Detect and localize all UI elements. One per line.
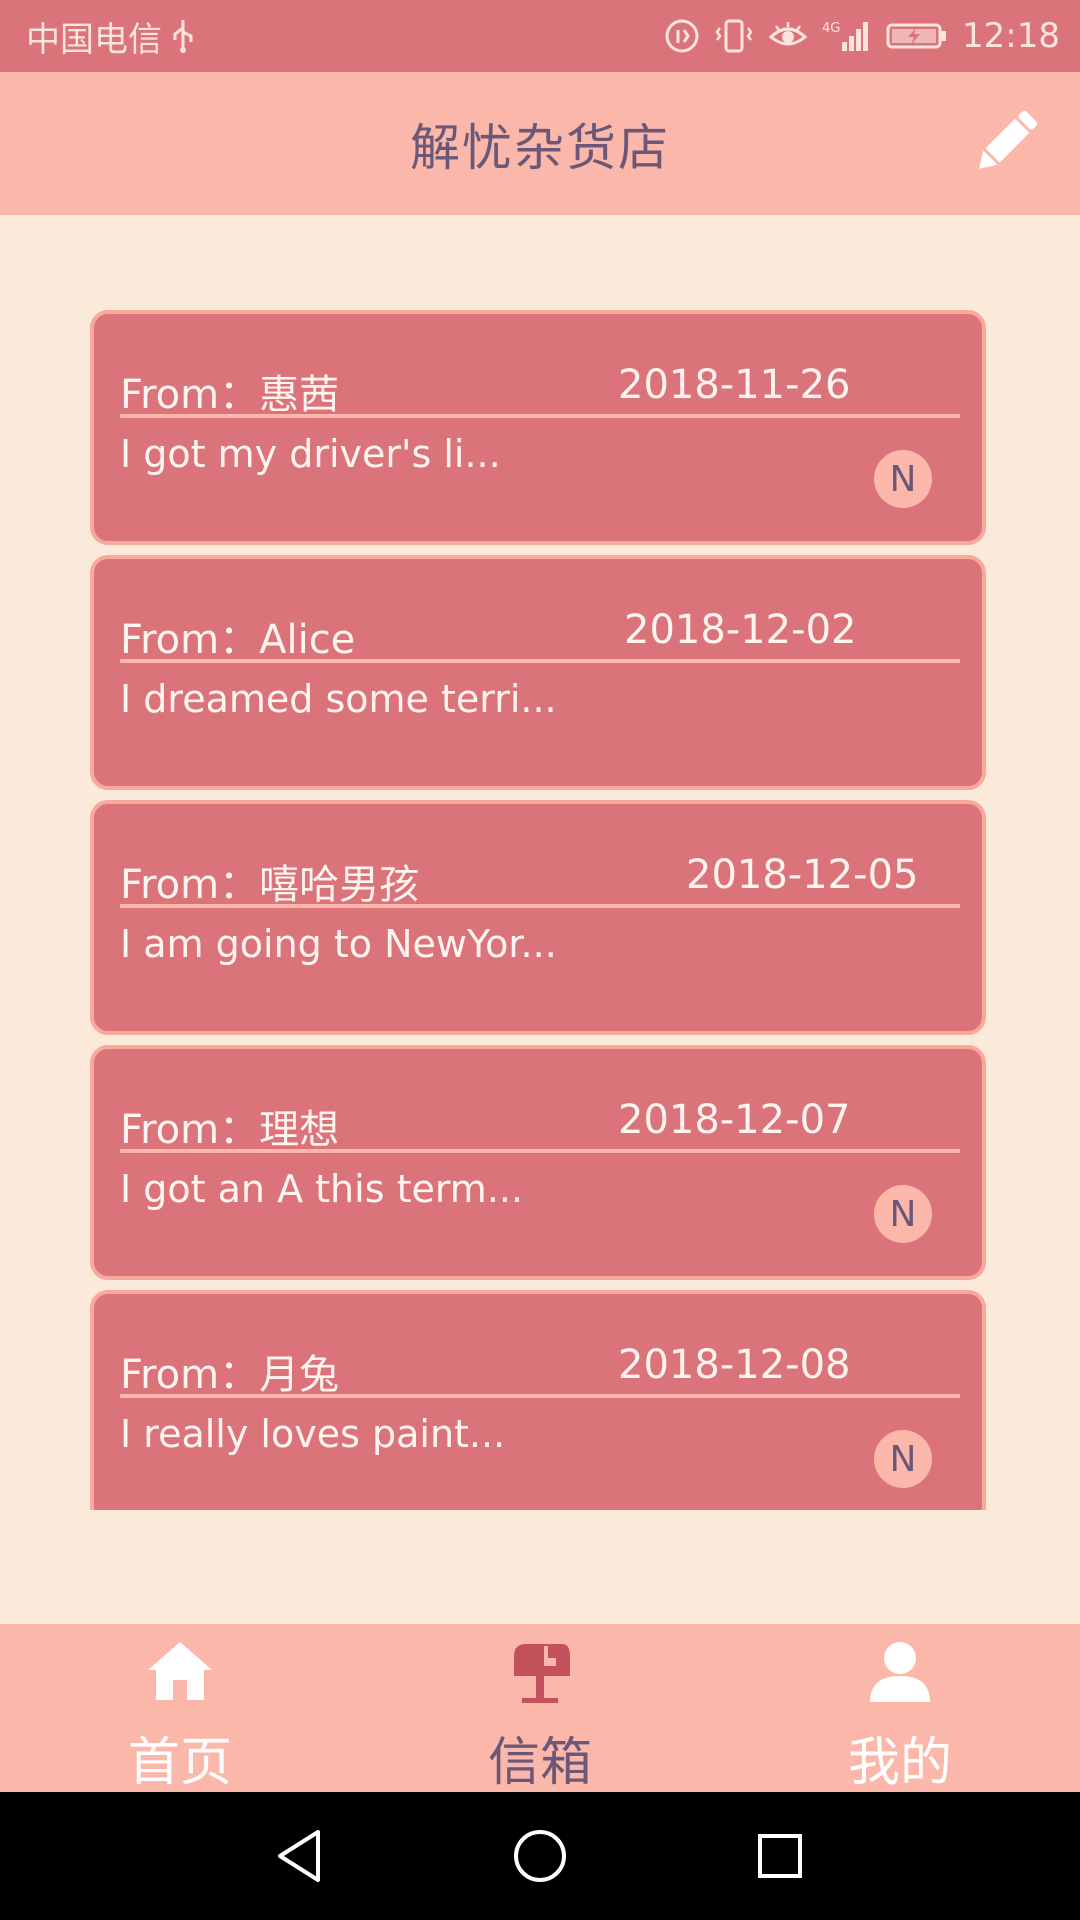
letter-card[interactable]: From：理想 2018-12-07 I got an A this term.… xyxy=(90,1045,986,1280)
letter-date: 2018-12-05 xyxy=(686,852,919,898)
home-icon xyxy=(148,1642,212,1700)
letter-preview: I really loves paint... xyxy=(120,1412,506,1456)
card-divider xyxy=(120,659,960,663)
home-button-icon[interactable] xyxy=(508,1824,572,1888)
status-bar: 中国电信 4G 12:18 xyxy=(0,0,1080,72)
page-title: 解忧杂货店 xyxy=(410,118,670,177)
nav-item-mailbox[interactable]: 信箱 xyxy=(440,1624,640,1793)
card-divider xyxy=(120,1149,960,1153)
mailbox-icon xyxy=(514,1644,570,1703)
eye-icon xyxy=(768,22,808,46)
system-nav-bar xyxy=(0,1792,1080,1920)
card-divider xyxy=(120,904,960,908)
nav-label-home: 首页 xyxy=(127,1733,232,1793)
card-divider xyxy=(120,1394,960,1398)
letter-preview: I got my driver's li... xyxy=(120,432,501,476)
battery-charging-icon xyxy=(886,23,947,49)
letter-date: 2018-11-26 xyxy=(618,362,851,408)
letter-preview: I dreamed some terri... xyxy=(120,677,557,721)
letter-date: 2018-12-02 xyxy=(624,607,857,653)
letter-sender: From：月兔 xyxy=(120,1352,340,1398)
app-header: 解忧杂货店 xyxy=(0,72,1080,215)
letter-sender: From：惠茜 xyxy=(120,372,340,418)
pencil-icon[interactable] xyxy=(966,102,1046,182)
nav-label-profile: 我的 xyxy=(847,1733,952,1793)
vibrate-icon xyxy=(715,19,753,53)
letter-card[interactable]: From：嘻哈男孩 2018-12-05 I am going to NewYo… xyxy=(90,800,986,1035)
nav-label-mailbox: 信箱 xyxy=(487,1733,592,1793)
status-left: 中国电信 xyxy=(26,0,196,72)
clock-time: 12:18 xyxy=(962,16,1060,56)
bottom-nav: 首页 信箱 我的 xyxy=(0,1624,1080,1793)
letter-date: 2018-12-07 xyxy=(618,1097,851,1143)
letter-sender: From：理想 xyxy=(120,1107,340,1153)
usb-icon xyxy=(173,20,193,53)
new-badge: N xyxy=(874,1430,932,1488)
back-icon[interactable] xyxy=(268,1824,332,1888)
data-saver-icon xyxy=(665,19,699,53)
status-right: 4G 12:18 xyxy=(664,0,1060,72)
new-badge: N xyxy=(874,450,932,508)
letter-card[interactable]: From：Alice 2018-12-02 I dreamed some ter… xyxy=(90,555,986,790)
signal-4g-icon: 4G xyxy=(822,21,869,51)
letter-date: 2018-12-08 xyxy=(618,1342,851,1388)
letter-preview: I got an A this term... xyxy=(120,1167,524,1211)
user-icon xyxy=(870,1642,930,1702)
letter-sender: From：嘻哈男孩 xyxy=(120,862,420,908)
letter-sender: From：Alice xyxy=(120,617,356,663)
carrier-label: 中国电信 xyxy=(26,19,162,60)
card-divider xyxy=(120,414,960,418)
recents-icon[interactable] xyxy=(748,1824,812,1888)
letter-card[interactable]: From：惠茜 2018-11-26 I got my driver's li.… xyxy=(90,310,986,545)
new-badge: N xyxy=(874,1185,932,1243)
nav-item-home[interactable]: 首页 xyxy=(80,1624,280,1793)
svg-text:4G: 4G xyxy=(822,21,840,36)
nav-item-profile[interactable]: 我的 xyxy=(800,1624,1000,1793)
letter-card[interactable]: From：月兔 2018-12-08 I really loves paint.… xyxy=(90,1290,986,1510)
letter-preview: I am going to NewYor... xyxy=(120,922,557,966)
letter-list[interactable]: From：惠茜 2018-11-26 I got my driver's li.… xyxy=(90,310,990,1510)
